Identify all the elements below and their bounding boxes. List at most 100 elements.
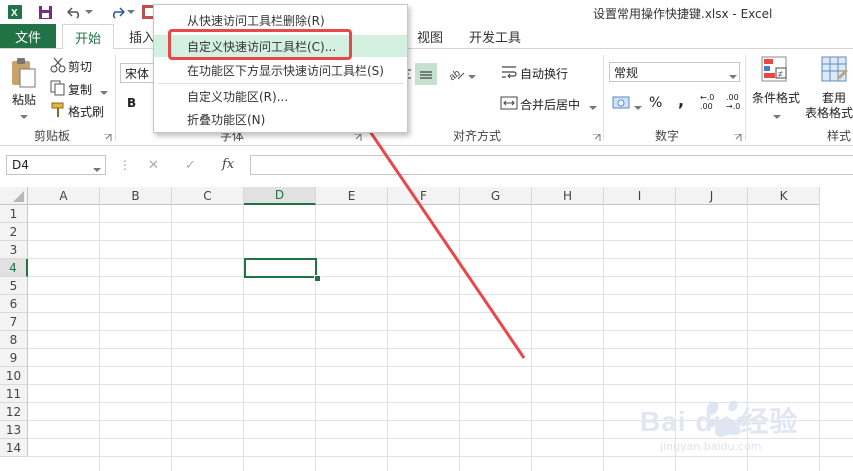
confirm-entry-button[interactable]: ✓ [185,158,196,173]
conditional-format-icon: ≠ [760,55,790,85]
merge-center-icon [500,94,518,112]
cancel-entry-button[interactable]: ✕ [148,158,159,173]
column-header-a[interactable]: A [28,187,100,205]
number-format-combo[interactable]: 常规 [609,62,740,82]
column-gridline [171,205,172,471]
copy-dropdown-icon[interactable] [100,85,108,99]
copy-icon [50,80,66,96]
column-header-i[interactable]: I [604,187,676,205]
clipboard-group-label: 剪贴板 [34,129,71,143]
column-header-c[interactable]: C [172,187,244,205]
column-header-h[interactable]: H [532,187,604,205]
column-header-j[interactable]: J [676,187,748,205]
select-all-corner[interactable] [0,187,28,205]
number-group-label: 数字 [655,129,680,143]
window-title: 设置常用操作快捷键.xlsx - Excel [593,7,773,21]
paste-dropdown-icon[interactable] [20,109,28,123]
column-gridline [459,205,460,471]
row-header-4[interactable]: 4 [0,259,28,277]
menu-item-remove-from-qat[interactable]: 从快速访问工具栏删除(R) [154,9,407,31]
row-header-6[interactable]: 6 [0,295,28,313]
menu-item-label: 从快速访问工具栏删除(R) [187,13,325,28]
format-as-table-line2[interactable]: 表格格式 [805,104,853,121]
row-header-2[interactable]: 2 [0,223,28,241]
copy-button[interactable]: 复制 [68,81,92,98]
font-name-combo[interactable]: 宋体 [120,63,154,83]
percent-button[interactable]: % [649,95,662,111]
ribbon: 粘贴 剪切 复制 格式刷 剪贴板 宋体 B 字体 ab 自动换行 合并后居中 对… [0,49,853,146]
undo-dropdown-icon[interactable] [84,3,94,21]
row-header-1[interactable]: 1 [0,205,28,223]
redo-icon[interactable] [108,3,126,21]
menu-item-show-qat-below[interactable]: 在功能区下方显示快速访问工具栏(S) [154,59,407,81]
tab-file[interactable]: 文件 [0,24,56,48]
menu-item-customize-ribbon[interactable]: 自定义功能区(R)... [154,85,407,107]
fill-handle[interactable] [314,275,321,282]
row-gridline [28,330,853,331]
column-header-d[interactable]: D [244,187,316,205]
number-format-value: 常规 [614,65,639,80]
baidu-watermark: Bai du 经验 jingyan.baidu.com [640,395,840,465]
comma-button[interactable]: , [678,91,684,110]
row-header-5[interactable]: 5 [0,277,28,295]
merge-dropdown-icon[interactable] [589,100,597,114]
paste-button[interactable]: 粘贴 [12,91,36,108]
redo-dropdown-icon[interactable] [126,3,136,21]
wrap-text-button[interactable]: 自动换行 [520,65,568,82]
undo-icon[interactable] [66,3,84,21]
column-header-k[interactable]: K [748,187,820,205]
column-gridline [603,205,604,471]
currency-dropdown-icon[interactable] [634,100,642,114]
number-launcher-icon[interactable] [734,131,742,145]
formula-input[interactable] [250,155,853,175]
paste-icon[interactable] [9,57,37,89]
title-bar: X 设置常用操作快捷键.xlsx - Excel [0,0,853,24]
align-bottom-icon[interactable] [415,63,437,85]
row-gridline [28,240,853,241]
row-header-7[interactable]: 7 [0,313,28,331]
format-painter-button[interactable]: 格式刷 [68,103,104,120]
increase-decimal-button[interactable]: ←.0 .00 [700,93,722,111]
name-box[interactable]: D4 [6,155,106,175]
tab-view[interactable]: 视图 [410,24,450,48]
column-header-b[interactable]: B [100,187,172,205]
bold-button[interactable]: B [127,96,136,110]
row-header-13[interactable]: 13 [0,421,28,439]
orientation-icon[interactable]: ab [446,63,466,83]
name-box-dropdown-icon[interactable] [93,162,101,176]
cut-button[interactable]: 剪切 [68,58,92,75]
insert-function-button[interactable]: fx [222,157,234,172]
conditional-format-button[interactable]: 条件格式 [752,89,800,106]
annotation-highlight-box [168,29,352,60]
tab-home[interactable]: 开始 [62,24,114,50]
row-header-3[interactable]: 3 [0,241,28,259]
font-launcher-icon[interactable] [354,131,362,145]
menu-item-collapse-ribbon[interactable]: 折叠功能区(N) [154,108,407,130]
excel-logo-icon: X [6,3,24,21]
svg-text:ab: ab [447,68,463,83]
row-gridline [28,384,853,385]
orientation-dropdown-icon[interactable] [468,69,476,83]
column-header-e[interactable]: E [316,187,388,205]
save-icon[interactable] [36,3,54,21]
column-header-g[interactable]: G [460,187,532,205]
svg-text:≠: ≠ [778,69,783,79]
number-format-dropdown-icon[interactable] [729,69,737,83]
row-header-9[interactable]: 9 [0,349,28,367]
merge-center-button[interactable]: 合并后居中 [520,96,580,113]
selected-cell-d4[interactable] [244,258,317,278]
row-gridline [28,222,853,223]
row-header-12[interactable]: 12 [0,403,28,421]
conditional-format-dropdown-icon[interactable] [773,109,781,123]
row-header-10[interactable]: 10 [0,367,28,385]
row-header-11[interactable]: 11 [0,385,28,403]
tab-developer[interactable]: 开发工具 [462,24,528,48]
column-header-f[interactable]: F [388,187,460,205]
row-header-8[interactable]: 8 [0,331,28,349]
name-box-value: D4 [12,158,29,172]
clipboard-launcher-icon[interactable] [104,131,112,145]
currency-icon[interactable] [612,94,632,112]
row-header-14[interactable]: 14 [0,439,28,457]
alignment-launcher-icon[interactable] [593,131,601,145]
qat-context-menu: 从快速访问工具栏删除(R) 自定义快速访问工具栏(C)... 在功能区下方显示快… [153,4,408,133]
